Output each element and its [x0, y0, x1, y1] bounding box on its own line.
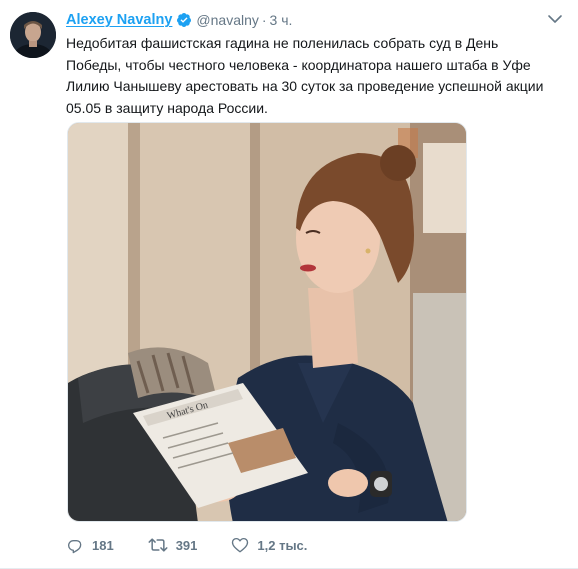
tweet-card[interactable]: Alexey Navalny @navalny · 3 ч. Недобитая… [0, 0, 578, 569]
author-name[interactable]: Alexey Navalny [66, 12, 172, 28]
heart-icon [232, 537, 249, 553]
tweet-timestamp[interactable]: 3 ч. [270, 12, 293, 28]
retweet-icon [148, 538, 168, 552]
retweet-button[interactable]: 391 [148, 536, 198, 554]
avatar[interactable] [10, 12, 56, 58]
chevron-down-icon[interactable] [547, 13, 563, 25]
reply-icon [67, 539, 82, 554]
retweet-count: 391 [175, 537, 198, 553]
tweet-text: Недобитая фашистская гадина не поленилас… [66, 35, 544, 116]
verified-badge-icon [177, 13, 192, 27]
reply-button[interactable]: 181 [66, 536, 114, 554]
reply-count: 181 [92, 537, 114, 553]
header-separator: · [261, 12, 267, 28]
tweet-header: Alexey Navalny @navalny · 3 ч. [66, 11, 292, 29]
like-count: 1,2 тыс. [257, 537, 308, 553]
tweet-actions: 181 391 1,2 тыс. [66, 534, 341, 556]
author-handle[interactable]: @navalny [196, 12, 258, 28]
tweet-photo[interactable]: What's On [67, 122, 467, 522]
like-button[interactable]: 1,2 тыс. [231, 536, 307, 554]
